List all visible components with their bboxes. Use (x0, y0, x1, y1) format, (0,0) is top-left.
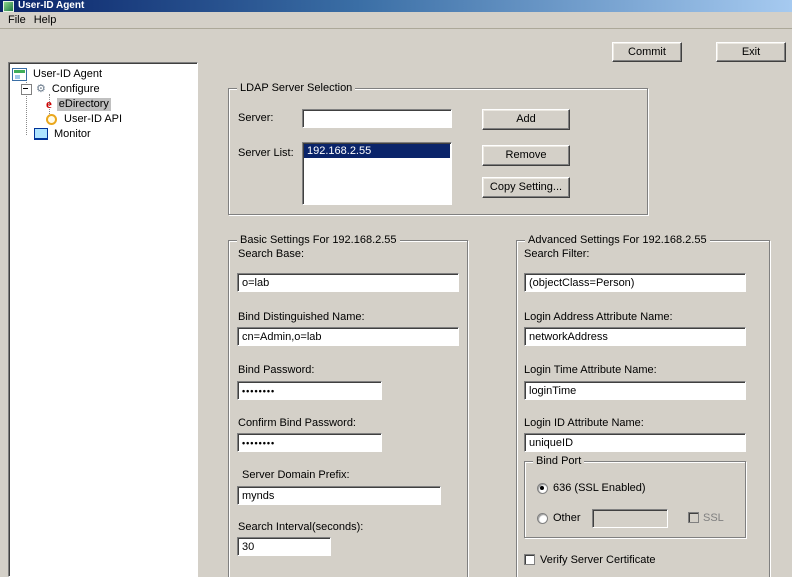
server-input[interactable] (302, 109, 452, 128)
tree-item-monitor[interactable]: Monitor (34, 127, 93, 141)
confirm-bind-password-input[interactable] (237, 433, 382, 452)
app-window: User-ID Agent File Help Commit Exit User… (0, 0, 792, 577)
group-title: Basic Settings For 192.168.2.55 (237, 234, 400, 246)
tree-item-configure[interactable]: ⚙ Configure (21, 82, 102, 96)
login-address-input[interactable] (524, 327, 746, 346)
server-domain-prefix-input[interactable] (237, 486, 441, 505)
tree-item-edirectory[interactable]: e eDirectory (46, 97, 111, 111)
server-list-label: Server List: (238, 147, 294, 159)
login-address-label: Login Address Attribute Name: (524, 311, 673, 323)
search-interval-input[interactable] (237, 537, 331, 556)
tree-item-user-id-agent[interactable]: User-ID Agent (12, 67, 104, 81)
bind-dn-input[interactable] (237, 327, 459, 346)
copy-setting-button[interactable]: Copy Setting... (482, 177, 570, 198)
server-label: Server: (238, 112, 274, 124)
login-time-label: Login Time Attribute Name: (524, 364, 657, 376)
remove-button[interactable]: Remove (482, 145, 570, 166)
tree-item-label: Monitor (54, 127, 91, 140)
tree-item-label: eDirectory (56, 97, 111, 111)
server-domain-prefix-label: Server Domain Prefix: (242, 469, 350, 481)
edirectory-icon: e (46, 96, 52, 111)
bind-password-label: Bind Password: (238, 364, 315, 376)
collapse-icon[interactable] (21, 83, 32, 95)
title-bar: User-ID Agent (0, 0, 792, 12)
menu-help[interactable]: Help (32, 13, 63, 27)
tree-item-label: User-ID Agent (33, 67, 103, 80)
menu-file[interactable]: File (6, 13, 32, 27)
bind-port-636-radio[interactable] (537, 483, 548, 494)
user-id-api-icon (46, 113, 57, 125)
bind-port-636-label[interactable]: 636 (SSL Enabled) (553, 482, 646, 494)
bind-password-input[interactable] (237, 381, 382, 400)
group-title: Advanced Settings For 192.168.2.55 (525, 234, 710, 246)
tree-item-user-id-api[interactable]: User-ID API (46, 112, 124, 126)
menu-bar: File Help (0, 12, 792, 29)
search-base-input[interactable] (237, 273, 459, 292)
exit-button[interactable]: Exit (716, 42, 786, 62)
bind-port-other-input[interactable] (592, 509, 668, 528)
navigation-tree: User-ID Agent ⚙ Configure e eDirectory U… (8, 62, 198, 577)
login-time-input[interactable] (524, 381, 746, 400)
configure-gear-icon: ⚙ (36, 82, 46, 95)
ssl-checkbox-label[interactable]: SSL (703, 512, 724, 524)
search-filter-input[interactable] (524, 273, 746, 292)
server-listbox[interactable]: 192.168.2.55 (302, 142, 452, 205)
user-id-agent-icon (12, 67, 27, 81)
login-id-input[interactable] (524, 433, 746, 452)
confirm-bind-password-label: Confirm Bind Password: (238, 417, 356, 429)
tree-item-label: Configure (51, 82, 100, 95)
server-list-item[interactable]: 192.168.2.55 (304, 144, 450, 158)
bind-dn-label: Bind Distinguished Name: (238, 311, 365, 323)
window-title: User-ID Agent (18, 0, 85, 11)
commit-button[interactable]: Commit (612, 42, 682, 62)
bind-port-other-radio[interactable] (537, 513, 548, 524)
group-title: LDAP Server Selection (237, 82, 356, 94)
verify-server-certificate-label[interactable]: Verify Server Certificate (540, 554, 656, 566)
search-interval-label: Search Interval(seconds): (238, 521, 364, 533)
app-icon (3, 0, 14, 12)
bind-port-other-label[interactable]: Other (553, 512, 581, 524)
group-title: Bind Port (533, 455, 585, 467)
search-base-label: Search Base: (238, 248, 305, 260)
monitor-icon (34, 128, 48, 140)
add-button[interactable]: Add (482, 109, 570, 130)
tree-item-label: User-ID API (64, 112, 123, 125)
verify-server-certificate-checkbox[interactable] (524, 554, 535, 565)
ssl-checkbox[interactable] (688, 512, 699, 523)
login-id-label: Login ID Attribute Name: (524, 417, 644, 429)
search-filter-label: Search Filter: (524, 248, 590, 260)
